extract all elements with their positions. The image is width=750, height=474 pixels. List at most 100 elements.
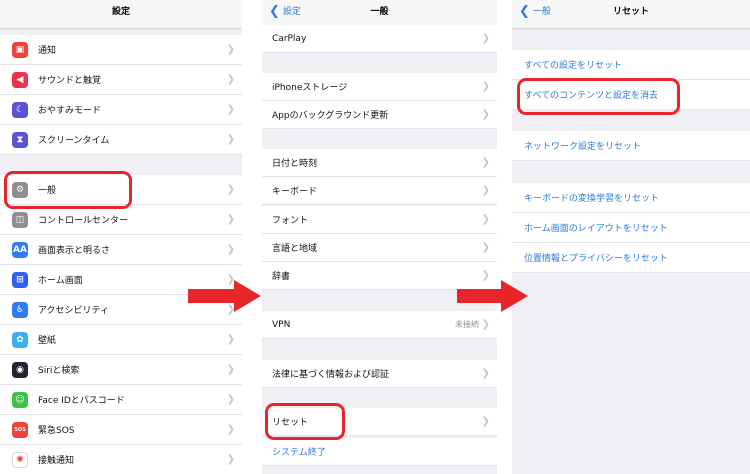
reset-title: リセット [612,7,649,17]
settings-item-emergency-sos[interactable]: SOS 緊急SOS ❯ [0,415,242,445]
settings-item-screen-time[interactable]: ⧗ スクリーンタイム ❯ [0,125,242,155]
wallpaper-icon: ✿ [12,332,28,348]
hourglass-icon: ⧗ [12,132,28,148]
settings-item-wallpaper-label: 壁紙 [38,336,57,346]
reset-item-reset-keyboard-dictionary[interactable]: キーボードの変換学習をリセット [512,183,750,213]
general-item-carplay-label: CarPlay [272,33,307,44]
reset-item-reset-network[interactable]: ネットワーク設定をリセット [512,131,750,161]
chevron-right-icon: ❯ [226,454,235,465]
general-item-shut-down[interactable]: システム終了 [262,438,497,466]
general-item-vpn[interactable]: VPN 未接続 ❯ [262,311,497,339]
arrow-right-icon [188,280,261,312]
settings-item-notifications-label: 通知 [38,46,57,56]
settings-item-sounds-label: サウンドと触覚 [38,76,102,86]
settings-item-siri[interactable]: ◉ Siriと検索 ❯ [0,355,242,385]
chevron-right-icon: ❯ [226,424,235,435]
settings-item-siri-label: Siriと検索 [38,366,80,376]
settings-navbar: 設定 [0,0,242,29]
settings-item-sounds[interactable]: ◀ サウンドと触覚 ❯ [0,65,242,95]
general-item-language-region-label: 言語と地域 [272,244,318,254]
chevron-right-icon: ❯ [481,242,490,253]
chevron-right-icon: ❯ [481,185,490,196]
general-item-vpn-label: VPN [272,319,291,330]
moon-icon: ☾ [12,102,28,118]
chevron-right-icon: ❯ [481,109,490,120]
general-item-legal-label: 法律に基づく情報および認証 [272,370,390,380]
chevron-right-icon: ❯ [226,44,235,55]
accessibility-icon: ♿ [12,302,28,318]
reset-item-reset-keyboard-dictionary-label: キーボードの変換学習をリセット [524,194,660,204]
reset-item-reset-all-settings-label: すべての設定をリセット [524,61,623,71]
chevron-right-icon: ❯ [226,134,235,145]
general-item-fonts[interactable]: フォント ❯ [262,206,497,234]
general-item-carplay[interactable]: CarPlay ❯ [262,25,497,53]
general-item-iphone-storage[interactable]: iPhoneストレージ ❯ [262,73,497,101]
general-item-background-refresh[interactable]: Appのバックグラウンド更新 ❯ [262,101,497,129]
settings-item-notifications[interactable]: ▣ 通知 ❯ [0,35,242,65]
settings-item-do-not-disturb-label: おやすみモード [38,106,102,116]
settings-item-exposure-notifications[interactable]: ✺ 接触通知 ❯ [0,445,242,474]
chevron-right-icon: ❯ [226,244,235,255]
settings-item-display-label: 画面表示と明るさ [38,246,111,256]
settings-panel: 設定 ▣ 通知 ❯ ◀ サウンドと触覚 ❯ ☾ おやすみモード ❯ ⧗ スクリーンタイム ❯ ⚙ 一般 ❯ ◫… [0,0,242,474]
general-item-dictionary-label: 辞書 [272,272,291,282]
chevron-right-icon: ❯ [481,416,490,427]
settings-item-control-center-label: コントロールセンター [38,216,129,226]
chevron-right-icon: ❯ [226,364,235,375]
settings-item-display[interactable]: AA 画面表示と明るさ ❯ [0,235,242,265]
settings-item-control-center[interactable]: ◫ コントロールセンター ❯ [0,205,242,235]
general-item-background-refresh-label: Appのバックグラウンド更新 [272,111,389,121]
settings-item-emergency-sos-label: 緊急SOS [38,426,75,436]
settings-item-wallpaper[interactable]: ✿ 壁紙 ❯ [0,325,242,355]
reset-item-reset-home-layout[interactable]: ホーム画面のレイアウトをリセット [512,213,750,243]
chevron-right-icon: ❯ [226,184,235,195]
settings-item-accessibility-label: アクセシビリティ [38,306,110,316]
control-center-icon: ◫ [12,212,28,228]
arrow-right-icon [457,280,528,312]
reset-highlight [265,403,345,440]
general-item-legal[interactable]: 法律に基づく情報および認証 ❯ [262,360,497,388]
face-id-icon: ☺ [12,392,28,408]
general-title: 一般 [370,7,389,17]
reset-item-reset-location-privacy[interactable]: 位置情報とプライバシーをリセット [512,243,750,273]
general-panel: ❮ 設定 一般 CarPlay ❯ iPhoneストレージ ❯ Appのバックグラウンド更… [262,0,497,474]
settings-title: 設定 [111,7,130,17]
settings-item-exposure-notifications-label: 接触通知 [38,456,75,466]
chevron-right-icon: ❯ [226,334,235,345]
settings-item-do-not-disturb[interactable]: ☾ おやすみモード ❯ [0,95,242,125]
reset-navbar: ❮ 一般 リセット [512,0,750,29]
home-screen-icon: ⊞ [12,272,28,288]
notifications-icon: ▣ [12,42,28,58]
erase-all-highlight [517,78,680,115]
settings-item-face-id[interactable]: ☺ Face IDとパスコード ❯ [0,385,242,415]
general-item-shut-down-label: システム終了 [272,448,326,458]
reset-panel: ❮ 一般 リセット すべての設定をリセット すべてのコンテンツと設定を消去 ネットワー… [512,0,750,474]
reset-item-reset-location-privacy-label: 位置情報とプライバシーをリセット [524,254,668,264]
chevron-right-icon: ❯ [481,157,490,168]
chevron-right-icon: ❯ [226,394,235,405]
reset-item-reset-network-label: ネットワーク設定をリセット [524,142,642,152]
exposure-icon: ✺ [12,452,28,468]
chevron-right-icon: ❯ [226,74,235,85]
chevron-right-icon: ❯ [481,319,490,330]
sos-icon: SOS [12,422,28,438]
settings-item-face-id-label: Face IDとパスコード [38,396,125,406]
general-item-keyboard-label: キーボード [272,187,318,197]
siri-icon: ◉ [12,362,28,378]
general-item-vpn-status: 未接続 [455,320,479,329]
settings-item-screen-time-label: スクリーンタイム [38,136,110,146]
general-item-date-time[interactable]: 日付と時刻 ❯ [262,149,497,177]
chevron-right-icon: ❯ [481,33,490,44]
reset-item-reset-home-layout-label: ホーム画面のレイアウトをリセット [524,224,668,234]
display-icon: AA [12,242,28,258]
general-highlight [4,171,132,209]
chevron-right-icon: ❯ [481,214,490,225]
general-item-iphone-storage-label: iPhoneストレージ [272,83,348,93]
chevron-right-icon: ❯ [481,81,490,92]
chevron-right-icon: ❯ [226,104,235,115]
general-item-keyboard[interactable]: キーボード ❯ [262,177,497,205]
general-item-fonts-label: フォント [272,216,309,226]
general-item-language-region[interactable]: 言語と地域 ❯ [262,234,497,262]
reset-item-reset-all-settings[interactable]: すべての設定をリセット [512,50,750,80]
chevron-right-icon: ❯ [481,368,490,379]
